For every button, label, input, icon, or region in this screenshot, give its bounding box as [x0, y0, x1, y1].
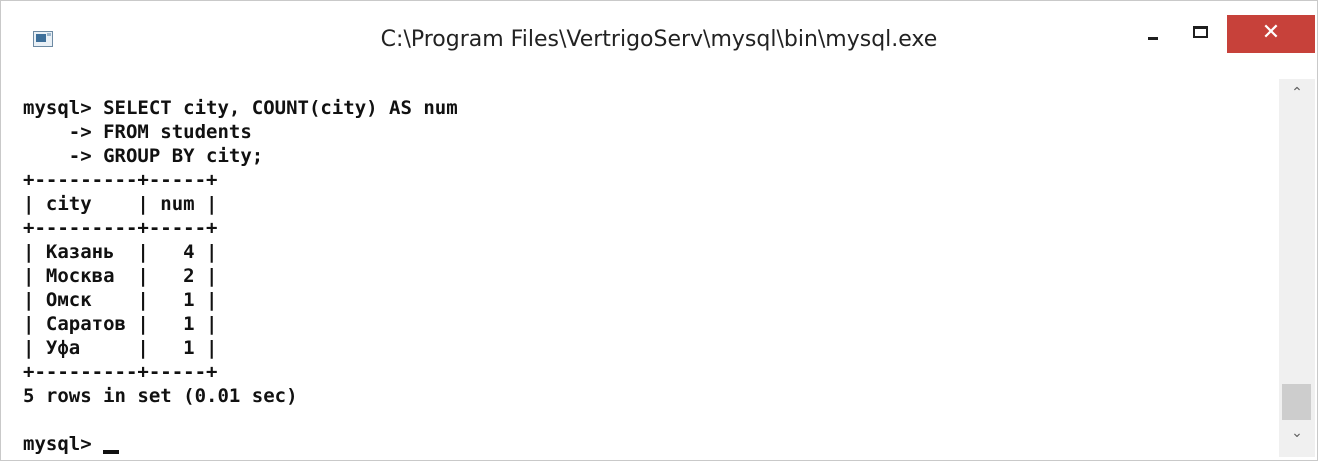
console-output[interactable]: mysql> SELECT city, COUNT(city) AS num -…: [13, 81, 1278, 457]
table-border: +---------+-----+: [23, 361, 218, 383]
console-text: mysql> SELECT city, COUNT(city) AS num -…: [23, 96, 458, 456]
maximize-button[interactable]: [1179, 15, 1223, 53]
console-line: -> GROUP BY city;: [23, 145, 264, 167]
close-button[interactable]: ✕: [1227, 15, 1315, 53]
table-row: | Москва | 2 |: [23, 265, 218, 287]
minimize-button[interactable]: [1131, 15, 1175, 53]
window-title: C:\Program Files\VertrigoServ\mysql\bin\…: [380, 27, 938, 52]
scroll-thumb[interactable]: [1282, 384, 1311, 420]
table-header-row: | city | num |: [23, 193, 218, 215]
console-window: C:\Program Files\VertrigoServ\mysql\bin\…: [0, 0, 1318, 461]
table-border: +---------+-----+: [23, 169, 218, 191]
scroll-up-button[interactable]: ⌃: [1279, 81, 1315, 105]
title-bar[interactable]: C:\Program Files\VertrigoServ\mysql\bin\…: [1, 1, 1317, 81]
chevron-up-icon: ⌃: [1291, 85, 1303, 101]
table-row: | Саратов | 1 |: [23, 313, 218, 335]
table-row: | Уфа | 1 |: [23, 337, 218, 359]
close-icon: ✕: [1261, 20, 1281, 45]
table-row: | Казань | 4 |: [23, 241, 218, 263]
text-cursor: [103, 450, 120, 454]
maximize-icon: [1193, 26, 1208, 38]
result-summary: 5 rows in set (0.01 sec): [23, 385, 298, 407]
table-border: +---------+-----+: [23, 217, 218, 239]
console-line: -> FROM students: [23, 121, 252, 143]
minimize-icon: [1148, 37, 1158, 40]
vertical-scrollbar[interactable]: ⌃ ⌄: [1279, 79, 1315, 457]
scroll-down-button[interactable]: ⌄: [1279, 421, 1315, 445]
console-line: mysql> SELECT city, COUNT(city) AS num: [23, 97, 458, 119]
table-row: | Омск | 1 |: [23, 289, 218, 311]
mysql-prompt: mysql>: [23, 433, 104, 455]
chevron-down-icon: ⌄: [1291, 425, 1303, 441]
